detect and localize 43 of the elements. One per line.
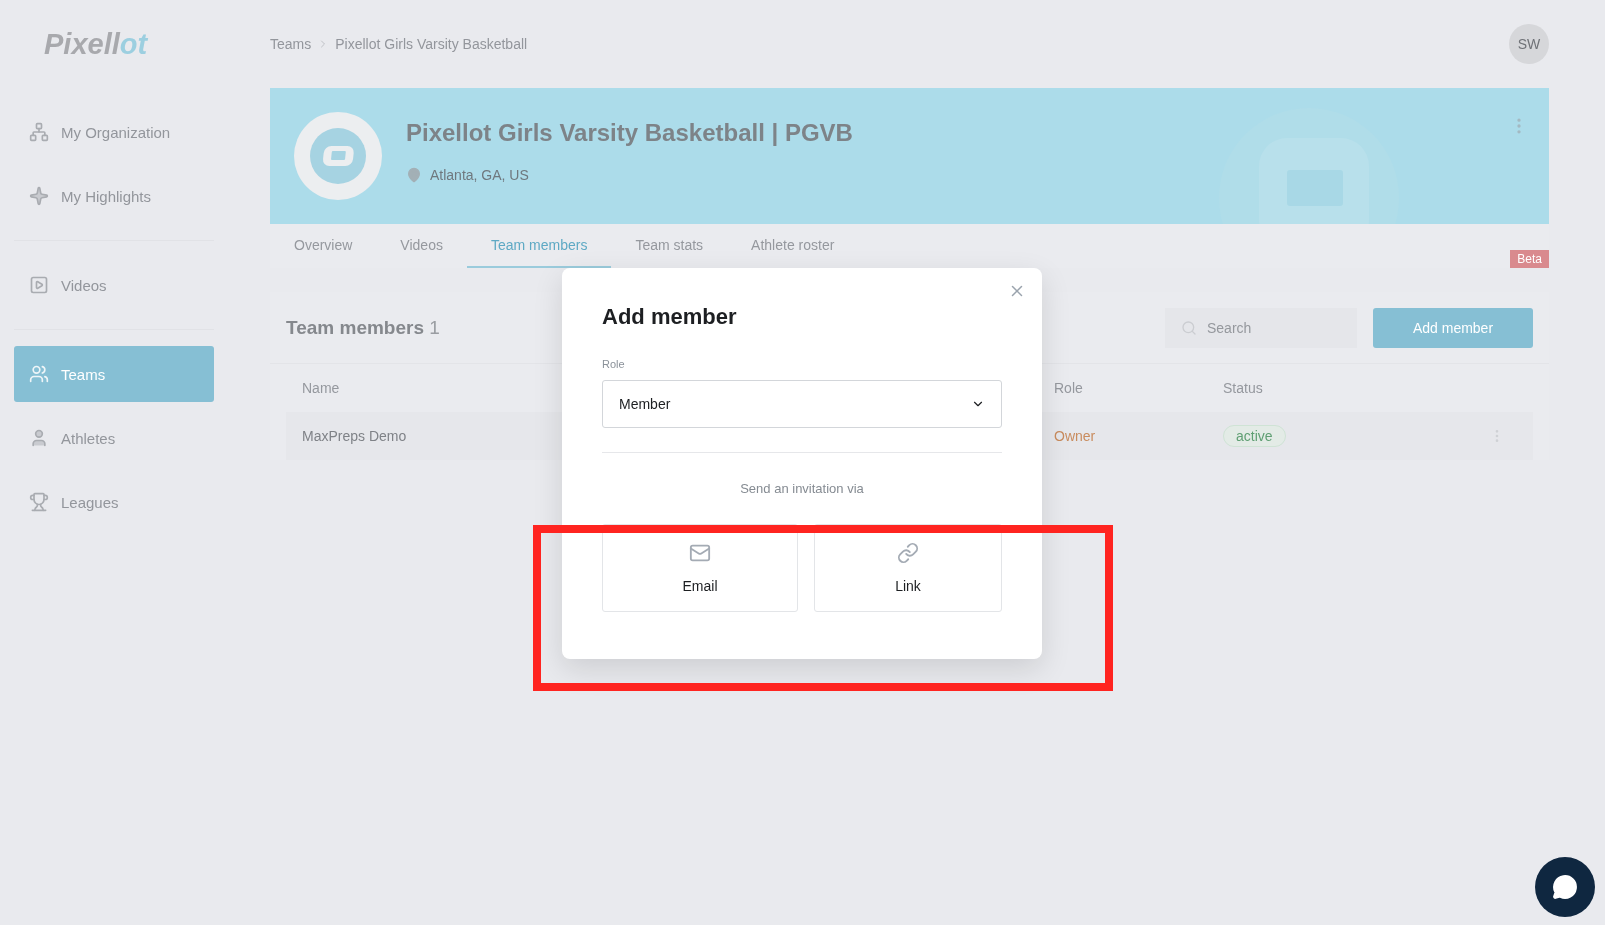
- sidebar-item[interactable]: Teams: [14, 346, 214, 402]
- search-field[interactable]: Search: [1165, 307, 1357, 348]
- tab[interactable]: Overview: [270, 224, 377, 268]
- team-location: Atlanta, GA, US: [430, 167, 529, 183]
- chat-button[interactable]: [1535, 857, 1595, 917]
- beta-badge: Beta: [1510, 250, 1549, 268]
- role-text: Owner: [1054, 428, 1096, 444]
- breadcrumb-link[interactable]: Teams: [270, 36, 312, 52]
- location-pin-icon: [406, 167, 422, 183]
- team-name: Pixellot Girls Varsity Basketball | PGVB: [406, 119, 853, 147]
- invite-option[interactable]: Link: [814, 524, 1002, 612]
- chat-icon: [1552, 874, 1578, 900]
- role-select[interactable]: Member: [602, 380, 1002, 428]
- sidebar-item[interactable]: My Highlights: [14, 168, 214, 224]
- search-icon: [1181, 319, 1197, 336]
- sidebar-item[interactable]: My Organization: [14, 104, 214, 160]
- tab[interactable]: Team stats: [611, 224, 728, 268]
- people-icon: [29, 364, 49, 384]
- sparkle-icon: [29, 186, 49, 206]
- user-avatar[interactable]: SW: [1509, 24, 1549, 64]
- column-header: Status: [1223, 380, 1263, 396]
- dialog-title: Add member: [602, 304, 738, 330]
- tab[interactable]: Videos: [376, 224, 467, 268]
- sidebar-item[interactable]: Videos: [14, 257, 214, 313]
- link-icon: [897, 542, 919, 564]
- status-pill: active: [1223, 425, 1286, 447]
- column-header: Name: [302, 380, 340, 396]
- breadcrumb-link[interactable]: Pixellot Girls Varsity Basketball: [335, 36, 528, 52]
- person-icon: [29, 428, 49, 448]
- sidebar-item[interactable]: Athletes: [14, 410, 214, 466]
- invite-option[interactable]: Email: [602, 524, 798, 612]
- tab[interactable]: Athlete roster: [727, 224, 859, 268]
- invite-label: Send an invitation via: [739, 481, 865, 496]
- play-icon: [29, 275, 49, 295]
- section-title: Team members 1: [286, 316, 440, 339]
- trophy-icon: [29, 492, 49, 512]
- column-header: Role: [1054, 380, 1083, 396]
- sidebar-item[interactable]: Leagues: [14, 474, 214, 530]
- org-chart-icon: [29, 122, 49, 142]
- mail-icon: [689, 542, 711, 564]
- field-label: Role: [602, 358, 626, 370]
- logo: Pixellot: [43, 26, 149, 62]
- add-member-button[interactable]: Add member: [1373, 307, 1533, 348]
